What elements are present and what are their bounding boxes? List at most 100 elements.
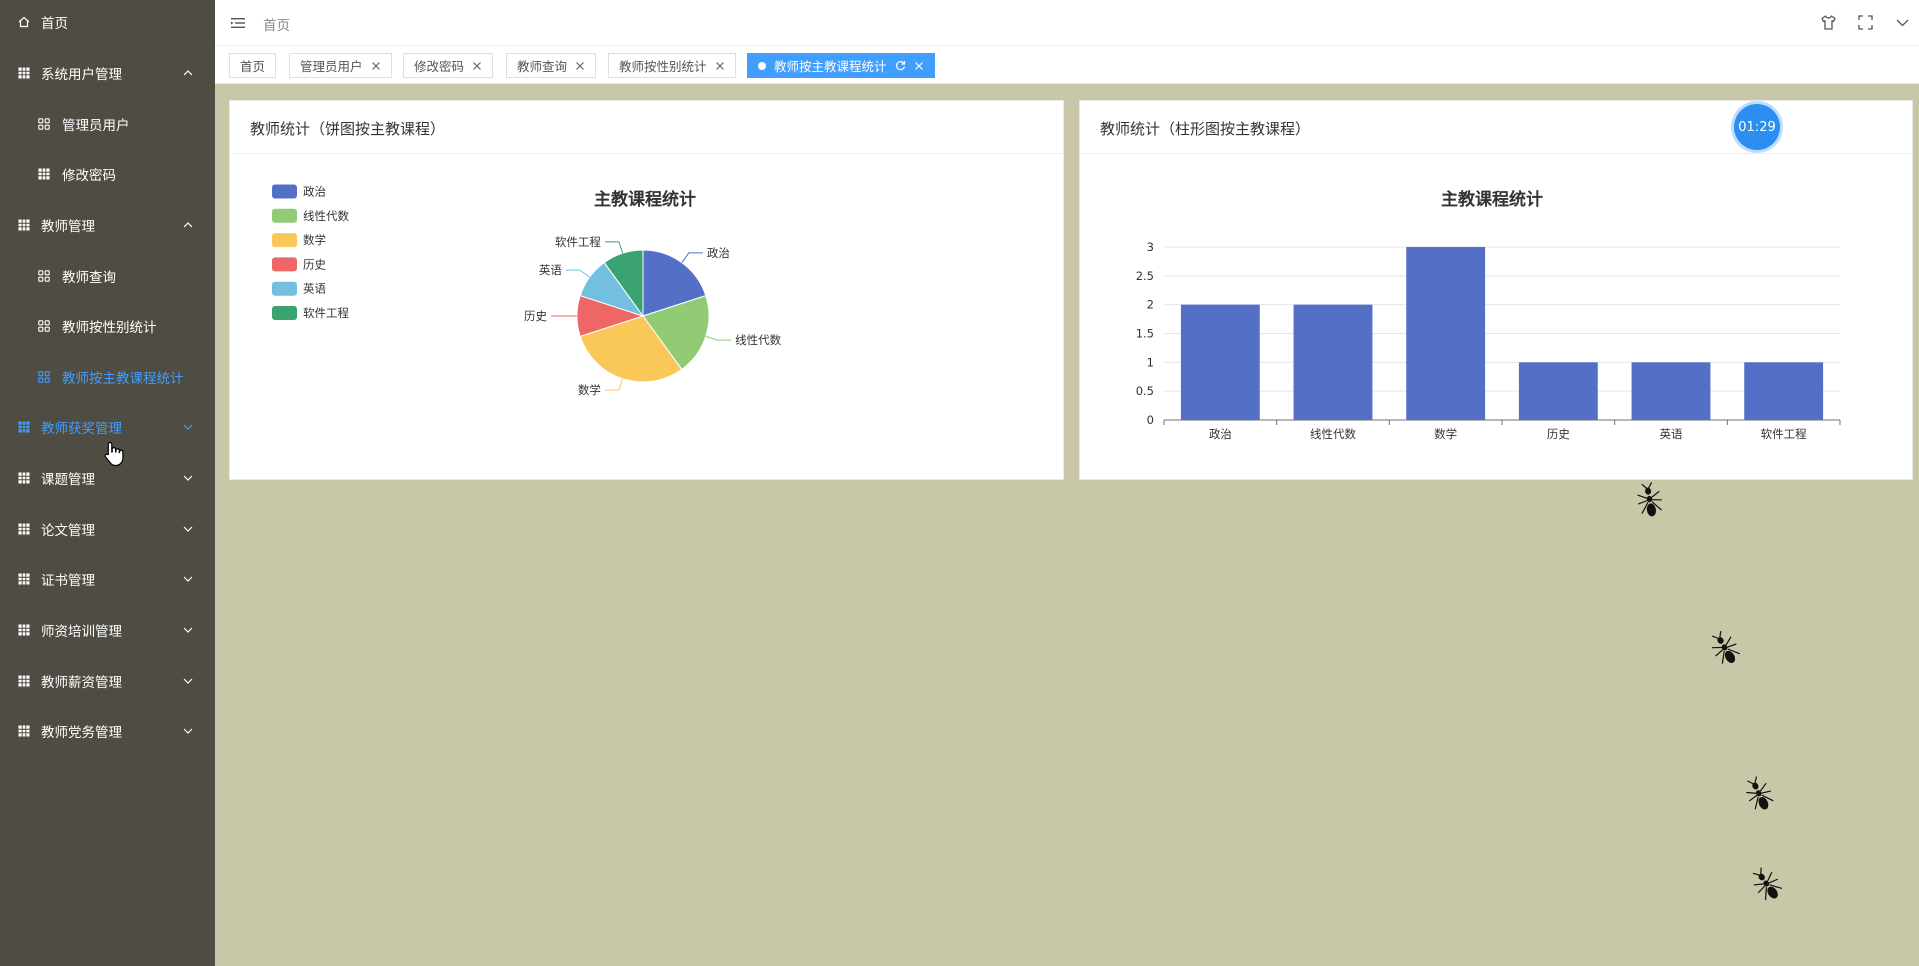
active-dot-icon bbox=[758, 61, 766, 70]
legend-label[interactable]: 政治 bbox=[303, 185, 326, 199]
chevron-down-icon bbox=[183, 424, 193, 430]
pie-label-line bbox=[604, 378, 624, 391]
sidebar-item[interactable]: 师资培训管理 bbox=[0, 612, 215, 648]
bar-card-title: 教师统计（柱形图按主教课程） bbox=[1100, 120, 1311, 138]
close-icon[interactable] bbox=[715, 61, 725, 71]
legend-label[interactable]: 数学 bbox=[303, 233, 326, 247]
pie-slice-label: 历史 bbox=[524, 309, 547, 323]
y-tick-label: 0.5 bbox=[1136, 384, 1154, 398]
close-icon[interactable] bbox=[575, 61, 585, 71]
tab-tag[interactable]: 修改密码 bbox=[403, 53, 494, 78]
chevron-down-icon bbox=[183, 627, 193, 633]
top-header: 首页 bbox=[215, 0, 1919, 46]
close-icon[interactable] bbox=[371, 61, 381, 71]
sidebar-item-label: 教师查询 bbox=[62, 270, 116, 286]
sidebar-item[interactable]: 论文管理 bbox=[0, 511, 215, 547]
legend-swatch[interactable] bbox=[272, 233, 297, 248]
legend-label[interactable]: 历史 bbox=[303, 257, 326, 271]
legend-label[interactable]: 线性代数 bbox=[303, 209, 349, 223]
refresh-icon[interactable] bbox=[895, 60, 906, 71]
sidebar-item-label: 教师管理 bbox=[41, 219, 95, 235]
chevron-down-icon bbox=[183, 678, 193, 684]
bar[interactable] bbox=[1518, 362, 1598, 420]
bar[interactable] bbox=[1406, 247, 1486, 420]
x-tick-label: 英语 bbox=[1660, 427, 1683, 441]
sidebar-item[interactable]: 教师薪资管理 bbox=[0, 663, 215, 699]
sidebar-item[interactable]: 教师按主教课程统计 bbox=[0, 359, 215, 395]
sidebar-item-label: 教师按性别统计 bbox=[62, 320, 157, 336]
x-tick-label: 数学 bbox=[1434, 427, 1457, 441]
theme-shirt-icon[interactable] bbox=[1820, 14, 1837, 31]
legend-label[interactable]: 软件工程 bbox=[303, 306, 349, 320]
sidebar-item[interactable]: 首页 bbox=[0, 4, 215, 40]
bar[interactable] bbox=[1293, 304, 1373, 420]
bar[interactable] bbox=[1744, 362, 1824, 420]
pie-label-line bbox=[565, 269, 590, 278]
sidebar-item[interactable]: 教师获奖管理 bbox=[0, 409, 215, 445]
bar[interactable] bbox=[1631, 362, 1711, 420]
grid-icon bbox=[38, 168, 50, 180]
tag-label: 教师查询 bbox=[517, 59, 568, 74]
chevron-down-icon[interactable] bbox=[1894, 14, 1911, 31]
grid-icon bbox=[18, 421, 30, 433]
sidebar-item[interactable]: 证书管理 bbox=[0, 561, 215, 597]
grid-icon bbox=[18, 624, 30, 636]
pie-slice-label: 英语 bbox=[539, 263, 562, 277]
grid-icon bbox=[18, 573, 30, 585]
fullscreen-icon[interactable] bbox=[1857, 14, 1874, 31]
bar[interactable] bbox=[1180, 304, 1260, 420]
sidebar-item[interactable]: 管理员用户 bbox=[0, 106, 215, 142]
sidebar-item-label: 首页 bbox=[41, 16, 68, 32]
grid-icon bbox=[18, 219, 30, 231]
sidebar-item[interactable]: 教师管理 bbox=[0, 207, 215, 243]
sidebar-item[interactable]: 教师党务管理 bbox=[0, 713, 215, 749]
legend-swatch[interactable] bbox=[272, 257, 297, 272]
legend-swatch[interactable] bbox=[272, 184, 297, 199]
tab-tag[interactable]: 首页 bbox=[229, 53, 277, 78]
breadcrumb[interactable]: 首页 bbox=[263, 14, 290, 34]
bar-chart: 主教课程统计 0 0.5 1 1.5 2 2.5 3 政治 线性代数 数学 历史 英语 软件工程 bbox=[1136, 189, 1841, 441]
pie-chart: 主教课程统计政治线性代数数学历史英语软件工程政治线性代数数学历史英语软件工程 bbox=[272, 184, 782, 397]
apps-icon bbox=[38, 320, 50, 332]
tab-tag[interactable]: 教师查询 bbox=[506, 53, 597, 78]
sidebar-item[interactable]: 教师查询 bbox=[0, 258, 215, 294]
pie-card-title: 教师统计（饼图按主教课程） bbox=[250, 120, 446, 138]
ant-icon bbox=[1637, 482, 1662, 517]
close-icon[interactable] bbox=[914, 61, 924, 71]
x-tick-label: 软件工程 bbox=[1761, 427, 1807, 441]
tag-label: 教师按主教课程统计 bbox=[774, 59, 887, 74]
tab-tag[interactable]: 教师按主教课程统计 bbox=[747, 53, 935, 78]
legend-swatch[interactable] bbox=[272, 306, 297, 320]
y-tick-label: 1 bbox=[1147, 355, 1154, 369]
apps-icon bbox=[38, 270, 50, 282]
sidebar-item-label: 教师党务管理 bbox=[41, 725, 122, 741]
tag-label: 管理员用户 bbox=[300, 59, 363, 74]
tab-tag[interactable]: 教师按性别统计 bbox=[608, 53, 736, 78]
pie-chart-card: 教师统计（饼图按主教课程） 主教课程统计 政治 线性代数 数学 历史 英语 软件工程 政治 线性… bbox=[229, 100, 1064, 480]
sidebar-item[interactable]: 教师按性别统计 bbox=[0, 308, 215, 344]
x-tick-label: 政治 bbox=[1209, 427, 1232, 441]
grid-icon bbox=[18, 725, 30, 737]
grid-icon bbox=[18, 523, 30, 535]
chevron-up-icon bbox=[183, 222, 193, 228]
sidebar-item-label: 修改密码 bbox=[62, 168, 116, 184]
legend-swatch[interactable] bbox=[272, 208, 297, 223]
legend-label[interactable]: 英语 bbox=[303, 282, 326, 296]
tags-view-bar: 首页 管理员用户 修改密码 教师查询 教师按性别统计 教师按主教课程统计 bbox=[215, 46, 1919, 84]
y-tick-label: 2.5 bbox=[1136, 269, 1154, 283]
pie-slice-label: 软件工程 bbox=[555, 235, 601, 249]
tag-label: 首页 bbox=[240, 59, 266, 74]
ant-icon bbox=[1746, 776, 1774, 810]
legend-swatch[interactable] bbox=[272, 281, 297, 296]
sidebar-item[interactable]: 系统用户管理 bbox=[0, 55, 215, 91]
close-icon[interactable] bbox=[472, 61, 482, 71]
sidebar-item-label: 证书管理 bbox=[41, 573, 95, 589]
tab-tag[interactable]: 管理员用户 bbox=[289, 53, 392, 78]
menu-toggle-icon[interactable] bbox=[230, 15, 246, 31]
chevron-down-icon bbox=[183, 576, 193, 582]
y-tick-label: 3 bbox=[1147, 240, 1154, 254]
sidebar-item[interactable]: 修改密码 bbox=[0, 156, 215, 192]
grid-icon bbox=[18, 67, 30, 79]
sidebar-item-label: 论文管理 bbox=[41, 523, 95, 539]
hand-cursor-icon bbox=[104, 441, 124, 467]
